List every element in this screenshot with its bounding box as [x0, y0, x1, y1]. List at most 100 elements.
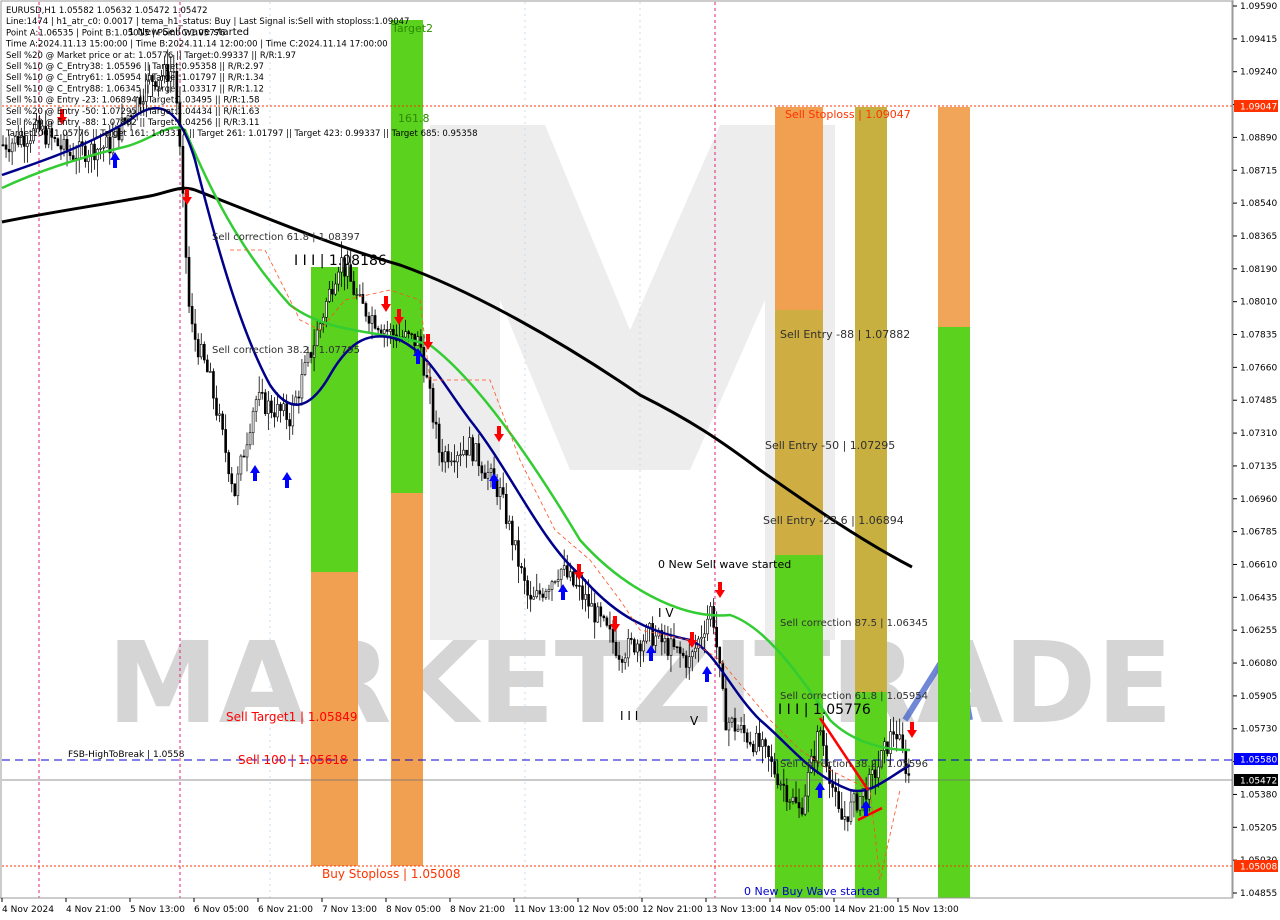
candle-body — [507, 520, 511, 524]
candle-body — [547, 589, 551, 592]
candle-body — [501, 487, 505, 495]
candle-body — [794, 796, 798, 803]
candle-body — [392, 328, 395, 336]
candle-body — [1, 144, 5, 146]
time-tick-label: 7 Nov 13:00 — [322, 905, 377, 915]
candle-body — [233, 483, 237, 497]
candle-body — [675, 646, 679, 649]
candle-body — [700, 637, 703, 640]
candle-body — [71, 155, 75, 160]
candle-body — [352, 281, 356, 295]
price-tick-label: 1.06785 — [1240, 528, 1277, 538]
candle-body — [724, 688, 728, 731]
candle-body — [239, 455, 243, 475]
candle-body — [785, 785, 789, 803]
candle-body — [706, 618, 709, 635]
info-line: EURUSD,H1 1.05582 1.05632 1.05472 1.0547… — [6, 6, 208, 16]
candle-body — [748, 741, 752, 745]
candle-body — [761, 739, 764, 747]
candle-body — [602, 615, 606, 619]
candle-body — [587, 594, 590, 607]
candle-body — [495, 479, 499, 497]
candle-body — [62, 139, 66, 150]
candle-body — [849, 801, 853, 822]
candle-body — [694, 647, 697, 653]
candle-body — [331, 288, 334, 295]
time-tick-label: 13 Nov 13:00 — [706, 905, 767, 915]
candle-body — [221, 413, 224, 430]
chart-canvas[interactable]: MARKETZITRADE Sell Stoploss | 1.09047 Se… — [0, 0, 1280, 920]
candle-body — [690, 651, 694, 658]
candle-body — [529, 594, 532, 600]
candle-body — [898, 734, 902, 740]
candle-body — [187, 257, 191, 307]
candle-body — [715, 627, 719, 648]
candle-body — [651, 623, 654, 646]
price-tick-label: 1.07485 — [1240, 396, 1277, 406]
candle-body — [242, 455, 246, 458]
price-axis: 1.095901.094151.092401.090651.088901.087… — [1232, 0, 1280, 920]
candle-body — [379, 329, 383, 334]
candle-body — [681, 652, 685, 656]
time-tick-label: 5 Nov 13:00 — [130, 905, 185, 915]
candle-body — [565, 565, 569, 578]
candle-body — [870, 769, 874, 775]
candle-body — [568, 571, 572, 578]
candle-body — [840, 808, 844, 820]
candle-body — [370, 315, 374, 324]
candle-body — [193, 323, 197, 340]
price-tick-label: 1.08540 — [1240, 199, 1277, 209]
candle-body — [489, 468, 493, 473]
candle-body — [504, 493, 508, 524]
candle-body — [486, 472, 490, 479]
candle-body — [788, 801, 792, 803]
candle-body — [84, 145, 87, 162]
price-tick-label: 1.09240 — [1240, 68, 1277, 78]
candle-body — [190, 306, 194, 325]
candle-body — [611, 628, 615, 643]
candle-body — [361, 294, 365, 304]
candle-body — [834, 787, 837, 792]
candle-body — [846, 816, 850, 822]
chart-window[interactable]: MARKETZITRADE Sell Stoploss | 1.09047 Se… — [0, 0, 1280, 920]
candle-body — [654, 635, 658, 646]
candle-body — [199, 344, 203, 358]
zone-green-sell — [855, 692, 887, 898]
candle-body — [639, 643, 642, 652]
candle-body — [764, 739, 767, 747]
candle-body — [376, 328, 380, 331]
candle-body — [663, 638, 667, 643]
candle-body — [29, 140, 32, 144]
candle-body — [203, 344, 206, 361]
candle-body — [779, 783, 783, 786]
candle-body — [453, 460, 456, 463]
candle-body — [883, 741, 886, 751]
candle-body — [196, 339, 200, 358]
candle-body — [575, 584, 578, 587]
candle-body — [471, 437, 475, 462]
candle-body — [285, 403, 288, 420]
candle-body — [599, 606, 603, 617]
info-line: Sell %10 @ Entry -23: 1.06894 || Target:… — [6, 96, 260, 106]
candle-body — [422, 347, 426, 376]
candle-body — [745, 732, 749, 743]
price-tick-label: 1.09415 — [1240, 35, 1277, 45]
price-tick-label: 1.06435 — [1240, 593, 1277, 603]
candle-body — [736, 728, 740, 732]
candle-body — [633, 639, 636, 653]
candle-body — [669, 638, 673, 656]
price-mark-label: 1.05580 — [1240, 756, 1277, 766]
candle-body — [907, 773, 911, 776]
candle-body — [642, 640, 645, 652]
candle-body — [26, 143, 29, 147]
candle-body — [687, 656, 691, 668]
info-line: Sell %20 @ Market price or at: 1.05776 |… — [6, 51, 296, 61]
candle-body — [425, 375, 429, 378]
candle-body — [440, 452, 444, 463]
price-tick-label: 1.05205 — [1240, 823, 1277, 833]
zone-orange-stop — [938, 107, 970, 327]
candle-body — [389, 328, 392, 332]
candle-body — [797, 802, 801, 809]
price-tick-label: 1.06080 — [1240, 659, 1277, 669]
candle-body — [703, 633, 706, 638]
